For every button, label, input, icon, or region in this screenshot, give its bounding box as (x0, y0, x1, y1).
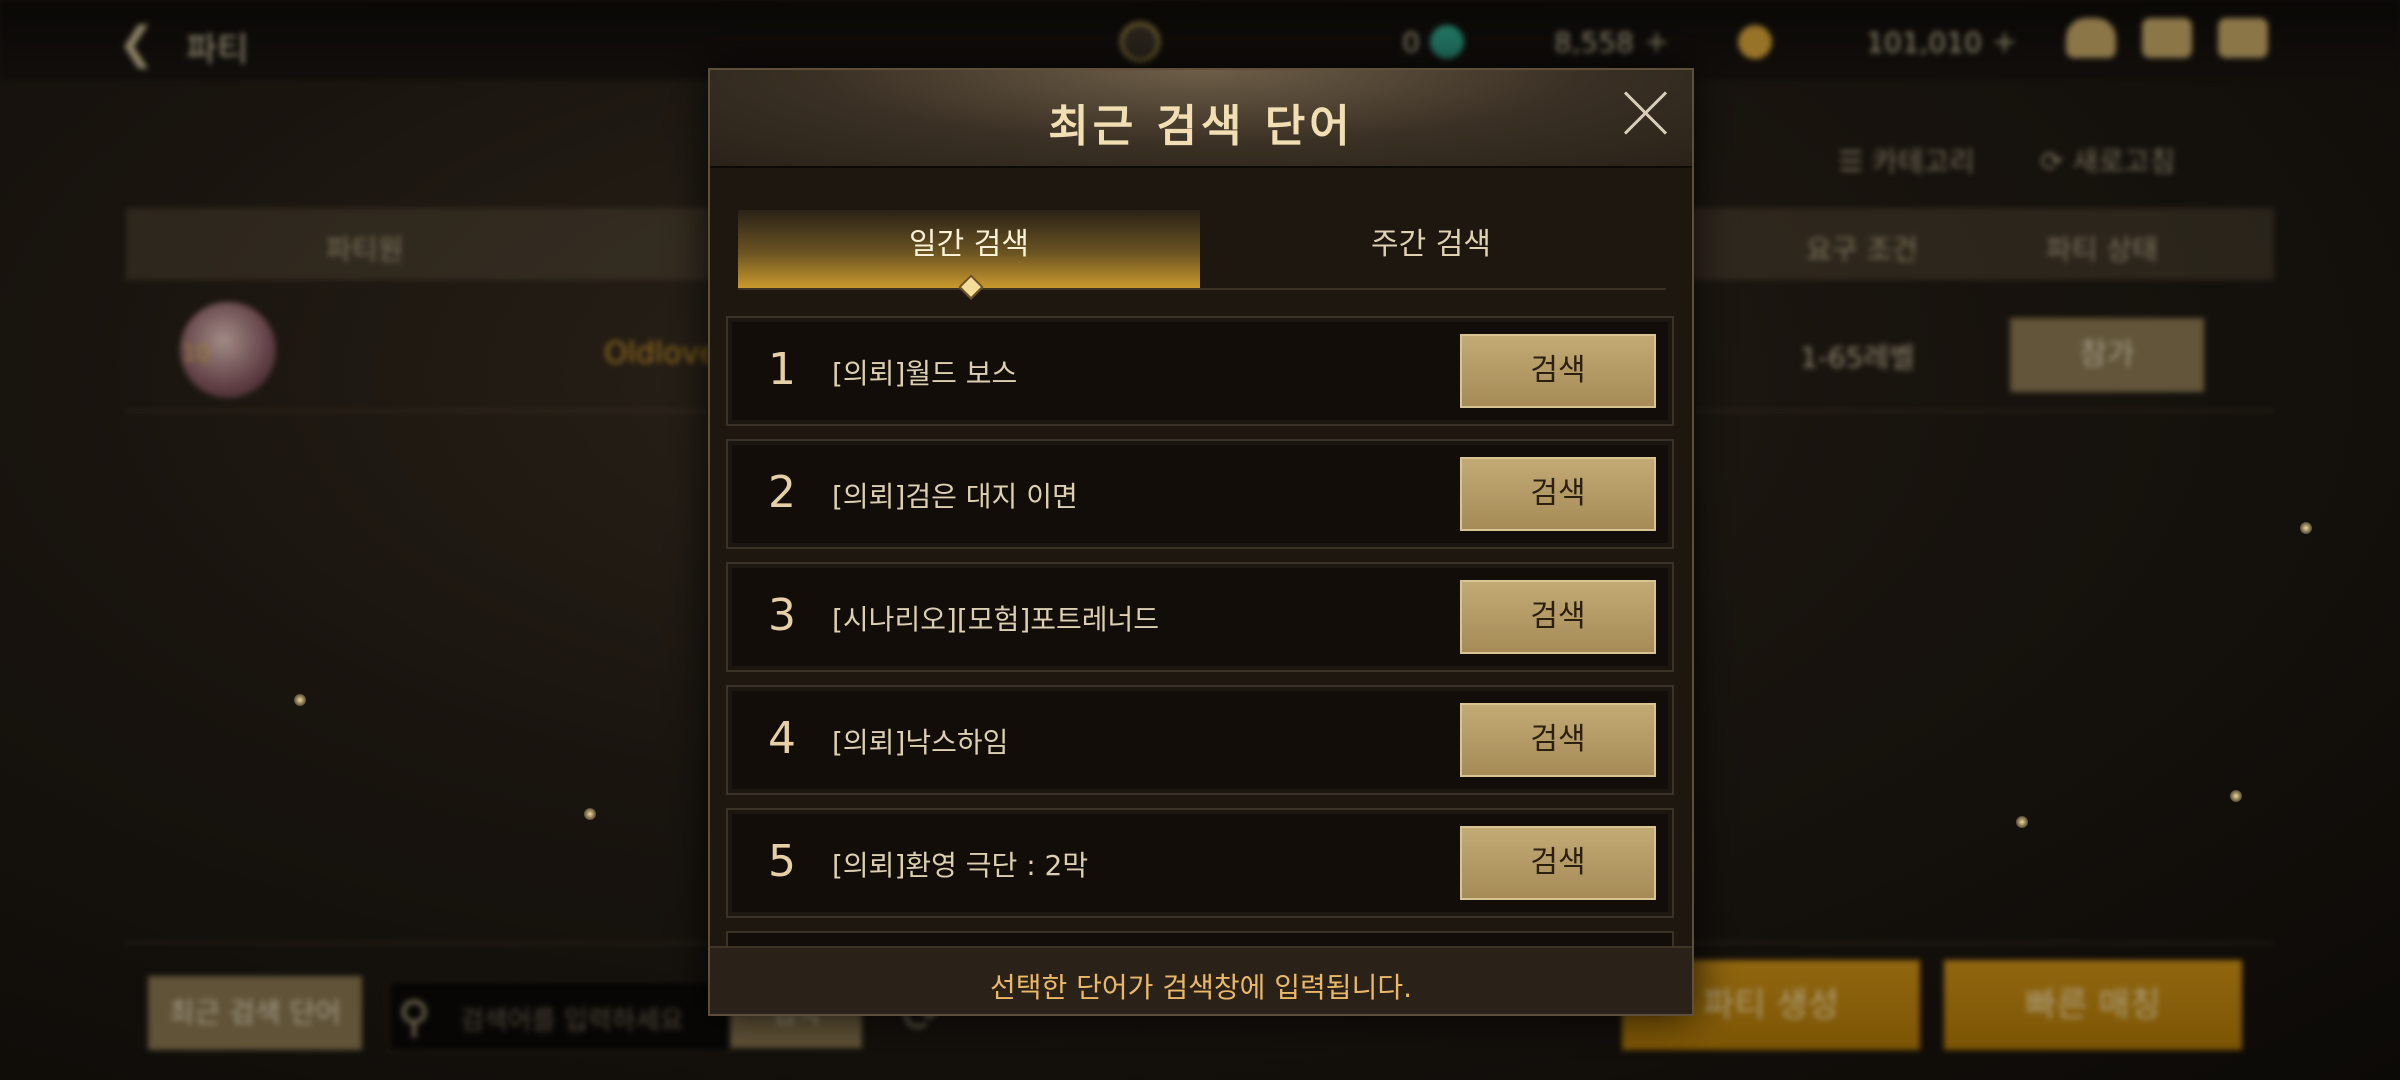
dialog-header: 최근 검색 단어 (710, 70, 1692, 168)
close-icon[interactable] (1620, 88, 1670, 138)
sparkle-decoration (584, 808, 596, 820)
dialog-title: 최근 검색 단어 (1048, 101, 1354, 152)
search-term-button[interactable]: 검색 (1460, 826, 1656, 900)
search-term: [시나리오][모험]포트레너드 (832, 603, 1160, 636)
rank-number: 2 (768, 467, 796, 518)
dialog-footer: 선택한 단어가 검색창에 입력됩니다. (710, 946, 1692, 1014)
sparkle-decoration (2230, 790, 2242, 802)
search-term: [의뢰]검은 대지 이면 (832, 480, 1078, 513)
rank-number: 3 (768, 590, 796, 641)
tab-weekly[interactable]: 주간 검색 (1200, 210, 1662, 288)
sparkle-decoration (2016, 816, 2028, 828)
search-term-button[interactable]: 검색 (1460, 457, 1656, 531)
search-term-button[interactable]: 검색 (1460, 580, 1656, 654)
footer-hint: 선택한 단어가 검색창에 입력됩니다. (989, 971, 1412, 1004)
list-item[interactable]: 2 [의뢰]검은 대지 이면 검색 (726, 439, 1674, 549)
rank-number: 5 (768, 836, 796, 887)
search-term: [의뢰]환영 극단 : 2막 (832, 849, 1089, 882)
rank-number: 4 (768, 713, 796, 764)
search-tabs: 일간 검색 주간 검색 (738, 210, 1666, 300)
sparkle-decoration (294, 694, 306, 706)
list-item[interactable]: 5 [의뢰]환영 극단 : 2막 검색 (726, 808, 1674, 918)
search-term-button[interactable]: 검색 (1460, 334, 1656, 408)
list-item[interactable]: 3 [시나리오][모험]포트레너드 검색 (726, 562, 1674, 672)
list-item[interactable]: 4 [의뢰]낙스하임 검색 (726, 685, 1674, 795)
search-term: [의뢰]낙스하임 (832, 726, 1009, 759)
search-term-button[interactable]: 검색 (1460, 703, 1656, 777)
sparkle-decoration (2300, 522, 2312, 534)
recent-search-dialog: 최근 검색 단어 일간 검색 주간 검색 1 [의뢰]월드 보스 검색 2 [의… (708, 68, 1694, 1016)
rank-number: 1 (768, 344, 796, 395)
list-item[interactable]: 1 [의뢰]월드 보스 검색 (726, 316, 1674, 426)
search-term: [의뢰]월드 보스 (832, 357, 1018, 390)
